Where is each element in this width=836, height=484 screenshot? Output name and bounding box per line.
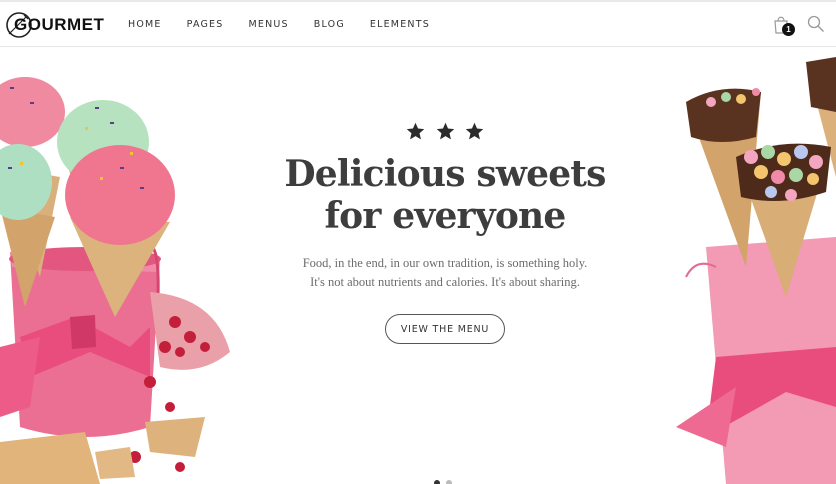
site-header: GOURMET HOME PAGES MENUS BLOG ELEMENTS 1 — [0, 0, 836, 47]
star-icon — [465, 122, 484, 140]
rating-stars — [405, 121, 485, 143]
nav-item-menus[interactable]: MENUS — [248, 19, 288, 30]
hero-subtext-line-2: It's not about nutrients and calories. I… — [310, 275, 580, 289]
cart-button[interactable]: 1 — [773, 14, 795, 38]
hero-subtext: Food, in the end, in our own tradition, … — [260, 254, 630, 292]
slider-dot-1[interactable] — [434, 480, 440, 484]
hero-subtext-line-1: Food, in the end, in our own tradition, … — [302, 256, 588, 270]
hero-headline-line-1: Delicious sweets — [284, 153, 606, 195]
nav-item-elements[interactable]: ELEMENTS — [370, 19, 430, 30]
hero-slider: Delicious sweets for everyone Food, in t… — [0, 47, 836, 484]
slider-pagination — [434, 480, 452, 484]
view-menu-button[interactable]: VIEW THE MENU — [385, 314, 505, 344]
logo[interactable]: GOURMET — [4, 8, 104, 42]
slider-dot-2[interactable] — [446, 480, 452, 484]
nav-item-pages[interactable]: PAGES — [187, 19, 224, 30]
candy-cones-bucket-image — [676, 57, 836, 484]
hero-headline-line-2: for everyone — [324, 195, 566, 237]
star-icon — [406, 122, 425, 140]
nav-item-blog[interactable]: BLOG — [314, 19, 345, 30]
star-icon — [436, 122, 454, 140]
cart-count-badge: 1 — [782, 23, 795, 36]
search-button[interactable] — [807, 15, 827, 35]
hero-headline: Delicious sweets for everyone — [230, 153, 660, 237]
ice-cream-bucket-image — [0, 77, 230, 484]
brand-name: GOURMET — [14, 15, 105, 34]
nav-item-home[interactable]: HOME — [128, 19, 162, 30]
search-icon — [807, 15, 824, 32]
main-nav: HOME PAGES MENUS BLOG ELEMENTS — [128, 2, 455, 47]
